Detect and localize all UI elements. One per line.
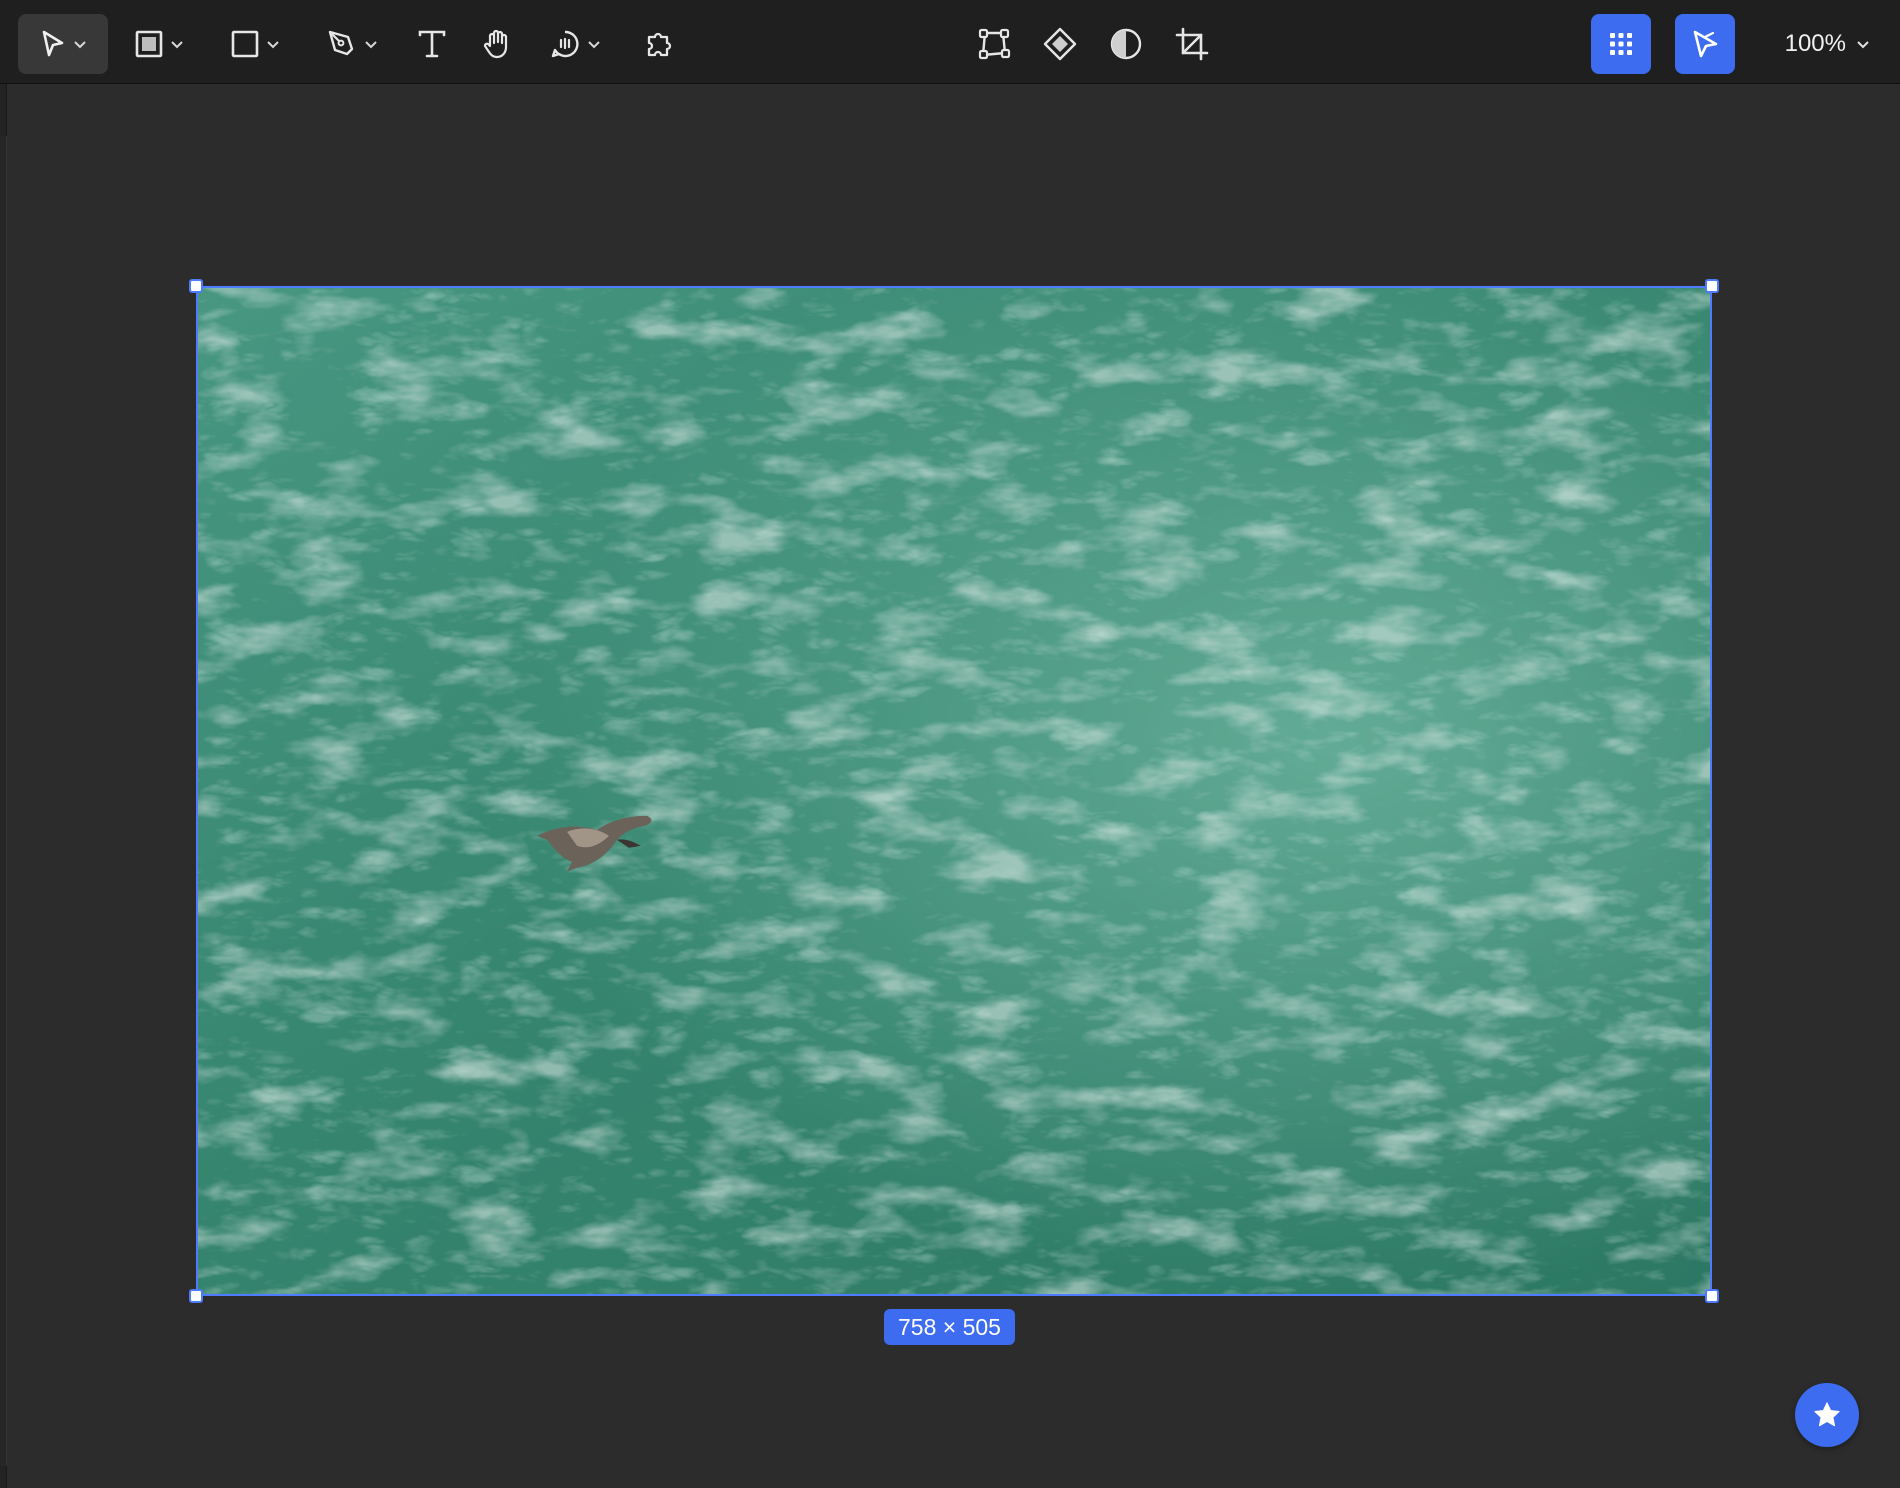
chevron-down-icon[interactable] (364, 39, 378, 49)
zoom-level-label: 100% (1784, 30, 1846, 57)
resize-handle-top-right[interactable] (1705, 279, 1719, 293)
grid-icon (1610, 33, 1632, 55)
chevron-down-icon[interactable] (73, 39, 87, 49)
play-cursor-icon (1693, 30, 1718, 58)
shape-tool-button[interactable] (220, 14, 290, 74)
design-app: 100% 758 × 505 (0, 0, 1900, 1488)
chevron-down-icon (1857, 41, 1869, 49)
puzzle-icon (647, 32, 672, 57)
selected-image-frame[interactable] (196, 286, 1712, 1296)
mask-tool-button[interactable] (1102, 14, 1150, 74)
transform-icon (978, 28, 1011, 60)
component-tool-button[interactable] (1036, 14, 1084, 74)
diamond-icon (1043, 27, 1077, 61)
crop-tool-button[interactable] (1168, 14, 1216, 74)
favorite-fab-button[interactable] (1795, 1383, 1859, 1447)
pen-tool-button[interactable] (316, 14, 388, 74)
frame-tool-button[interactable] (124, 14, 194, 74)
text-icon (418, 30, 446, 58)
star-icon (1814, 1402, 1840, 1427)
comment-icon (551, 30, 579, 58)
resize-handle-bottom-left[interactable] (189, 1289, 203, 1303)
cursor-icon (42, 30, 64, 57)
chevron-down-icon[interactable] (266, 39, 280, 49)
present-button[interactable] (1675, 14, 1735, 74)
resize-handle-top-left[interactable] (189, 279, 203, 293)
selection-size-badge: 758 × 505 (884, 1309, 1015, 1345)
transform-tool-button[interactable] (970, 14, 1018, 74)
plugins-tool-button[interactable] (636, 14, 684, 74)
ocean-photo (198, 288, 1710, 1294)
hand-icon (483, 29, 508, 59)
comment-tool-button[interactable] (540, 14, 610, 74)
panel-divider (0, 136, 7, 1466)
move-tool-button[interactable] (18, 14, 108, 74)
top-toolbar: 100% (0, 0, 1900, 84)
hand-tool-button[interactable] (476, 14, 520, 74)
crop-icon (1175, 27, 1209, 61)
assets-grid-button[interactable] (1591, 14, 1651, 74)
chevron-down-icon[interactable] (587, 39, 601, 49)
chevron-down-icon[interactable] (170, 39, 184, 49)
resize-handle-bottom-right[interactable] (1705, 1289, 1719, 1303)
left-panel-edge[interactable] (0, 84, 7, 1488)
text-tool-button[interactable] (410, 14, 454, 74)
half-circle-icon (1110, 28, 1142, 60)
zoom-dropdown[interactable]: 100% (1785, 14, 1870, 74)
frame-icon (135, 30, 163, 58)
rectangle-icon (231, 30, 259, 58)
pen-icon (328, 30, 354, 56)
